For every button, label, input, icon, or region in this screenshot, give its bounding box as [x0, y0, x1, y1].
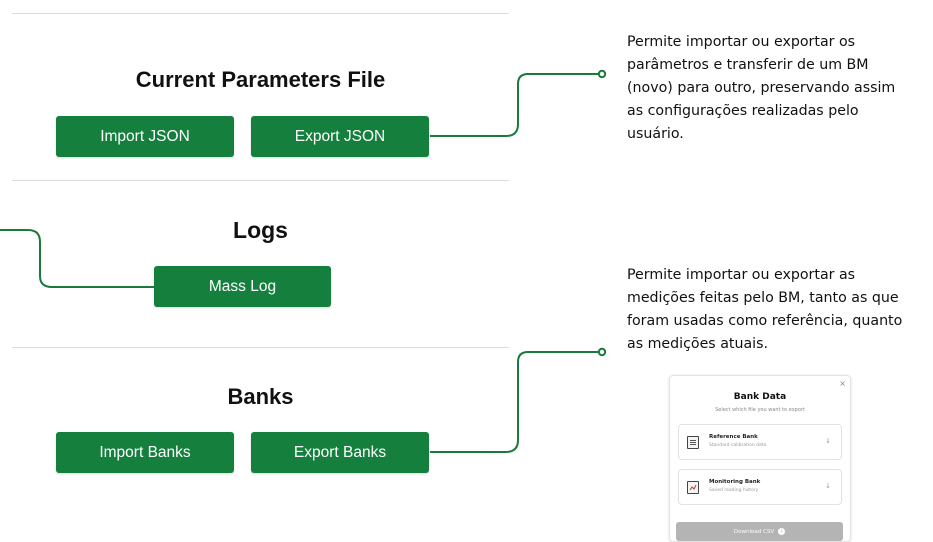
modal-subtitle: Select which file you want to export [715, 407, 805, 413]
document-icon [687, 436, 699, 449]
bank-option-description: Saved reading history [709, 488, 759, 493]
download-csv-button[interactable]: Download CSV ↓ [676, 522, 843, 541]
bank-data-modal: × Bank Data Select which file you want t… [669, 375, 851, 542]
parameters-connector-line [430, 73, 600, 137]
parameters-connector-dot [597, 69, 607, 79]
bank-option-name: Monitoring Bank [709, 479, 761, 485]
parameters-annotation: Permite importar ou exportar os parâmetr… [627, 34, 896, 142]
chart-icon [687, 481, 699, 494]
bank-option-name: Reference Bank [709, 434, 758, 440]
download-icon: ↓ [778, 528, 786, 535]
download-csv-label: Download CSV [733, 528, 775, 535]
logs-connector-line [0, 229, 154, 288]
download-arrow-icon: ↓ [825, 437, 831, 445]
close-icon[interactable]: × [839, 380, 846, 388]
reference-bank-option[interactable]: Reference Bank Standard calibration data… [678, 424, 842, 460]
monitoring-bank-option[interactable]: Monitoring Bank Saved reading history ↓ [678, 469, 842, 505]
download-arrow-icon: ↓ [825, 482, 831, 490]
banks-connector-dot [597, 347, 607, 357]
bank-option-description: Standard calibration data [709, 443, 767, 448]
modal-title: Bank Data [733, 392, 787, 402]
banks-annotation: Permite importar ou exportar as medições… [627, 267, 903, 352]
banks-connector-line [430, 351, 600, 453]
